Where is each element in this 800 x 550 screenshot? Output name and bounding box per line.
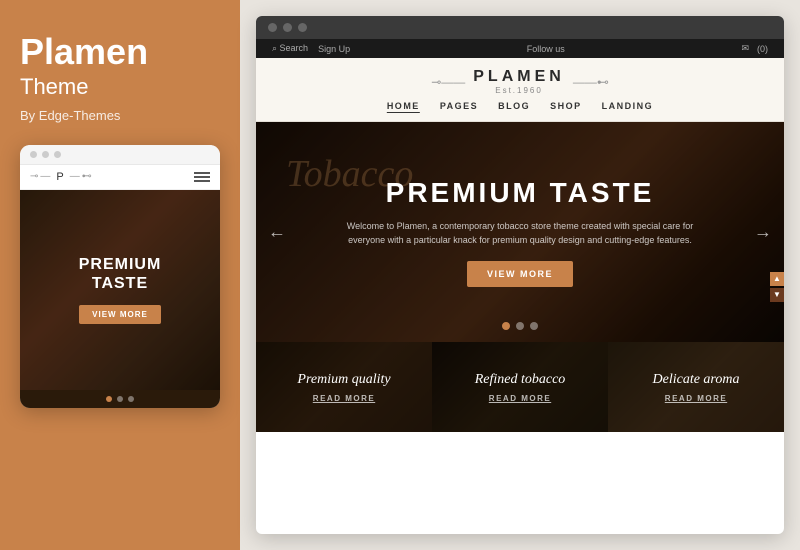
mobile-slide-dot-2 (117, 396, 123, 402)
mobile-preview-card: ⊸— P —⊷ PREMIUM TASTE VIEW MORE (20, 145, 220, 408)
mobile-dot-3 (54, 151, 61, 158)
site-navbar: ⊸—— PLAMEN Est.1960 ——⊷ HOME PAGES BLOG … (256, 58, 784, 122)
feature-box-content-3: Delicate aroma READ MORE (608, 342, 784, 432)
site-hero-section: Tobacco PREMIUM TASTE Welcome to Plamen,… (256, 122, 784, 342)
browser-dot-green (298, 23, 307, 32)
mail-icon[interactable]: ✉ (741, 43, 749, 54)
search-link[interactable]: ⌕ Search (272, 43, 308, 54)
site-nav-links: HOME PAGES BLOG SHOP LANDING (387, 101, 653, 111)
site-logo-est: Est.1960 (473, 86, 565, 95)
nav-link-blog[interactable]: BLOG (498, 101, 530, 111)
site-topbar-right: ✉ (0) (741, 43, 768, 54)
mobile-menu-line-2 (194, 176, 210, 178)
hero-title: PREMIUM TASTE (386, 177, 655, 209)
site-logo-area: ⊸—— PLAMEN Est.1960 ——⊷ (431, 68, 609, 95)
hero-slide-dot-2[interactable] (516, 322, 524, 330)
browser-dot-yellow (283, 23, 292, 32)
hero-slide-dot-1[interactable] (502, 322, 510, 330)
mobile-card-top-bar (20, 145, 220, 165)
feature-box-3: Delicate aroma READ MORE (608, 342, 784, 432)
mobile-hero-title: PREMIUM TASTE (79, 255, 162, 293)
feature-box-title-2: Refined tobacco (475, 372, 566, 388)
cart-icon[interactable]: (0) (757, 44, 768, 54)
feature-box-link-3[interactable]: READ MORE (665, 394, 727, 403)
mobile-slide-dot-1 (106, 396, 112, 402)
mobile-slide-dot-3 (128, 396, 134, 402)
mobile-nav-bar: ⊸— P —⊷ (20, 165, 220, 190)
mobile-logo-deco-right: —⊷ (70, 171, 94, 182)
hero-content: PREMIUM TASTE Welcome to Plamen, a conte… (256, 122, 784, 342)
site-logo-name: PLAMEN (473, 68, 565, 86)
site-topbar-follow: Follow us (527, 44, 565, 54)
site-topbar-left: ⌕ Search Sign Up (272, 43, 350, 54)
feature-box-2: Refined tobacco READ MORE (432, 342, 608, 432)
mobile-view-more-button[interactable]: VIEW MORE (79, 305, 162, 324)
mobile-dot-2 (42, 151, 49, 158)
browser-content-wrapper: ⌕ Search Sign Up Follow us ✉ (0) ⊸—— PLA… (256, 39, 784, 534)
mobile-dot-1 (30, 151, 37, 158)
mobile-slide-dots (20, 390, 220, 408)
hero-prev-arrow[interactable]: ← (268, 222, 286, 243)
theme-author: By Edge-Themes (20, 108, 220, 123)
site-logo-text: PLAMEN Est.1960 (473, 68, 565, 95)
feature-box-content-2: Refined tobacco READ MORE (432, 342, 608, 432)
mobile-hamburger-icon[interactable] (194, 172, 210, 182)
hero-slide-dot-3[interactable] (530, 322, 538, 330)
hero-next-arrow[interactable]: → (754, 222, 772, 243)
mobile-menu-line-1 (194, 172, 210, 174)
mobile-menu-line-3 (194, 180, 210, 182)
signup-link[interactable]: Sign Up (318, 44, 350, 54)
scroll-indicator: ▲ ▼ (770, 272, 784, 302)
mobile-logo: ⊸— P —⊷ (30, 171, 94, 183)
browser-window: ⌕ Search Sign Up Follow us ✉ (0) ⊸—— PLA… (256, 16, 784, 534)
scroll-up-button[interactable]: ▲ (770, 272, 784, 286)
nav-link-landing[interactable]: LANDING (602, 101, 654, 111)
feature-box-link-2[interactable]: READ MORE (489, 394, 551, 403)
mobile-logo-p: P (56, 171, 65, 183)
hero-description: Welcome to Plamen, a contemporary tobacc… (340, 219, 700, 248)
right-panel: ⌕ Search Sign Up Follow us ✉ (0) ⊸—— PLA… (240, 0, 800, 550)
browser-top-bar (256, 16, 784, 39)
theme-title: Plamen (20, 32, 220, 72)
feature-box-link-1[interactable]: READ MORE (313, 394, 375, 403)
nav-link-shop[interactable]: SHOP (550, 101, 582, 111)
mobile-logo-deco-left: ⊸— (30, 171, 52, 182)
scroll-down-button[interactable]: ▼ (770, 288, 784, 302)
feature-box-title-1: Premium quality (297, 372, 390, 388)
feature-box-content-1: Premium quality READ MORE (256, 342, 432, 432)
browser-content: ⌕ Search Sign Up Follow us ✉ (0) ⊸—— PLA… (256, 39, 784, 534)
theme-subtitle: Theme (20, 74, 220, 100)
site-logo-deco-left: ⊸—— (431, 75, 465, 89)
hero-slide-dots (502, 322, 538, 330)
mobile-hero-section: PREMIUM TASTE VIEW MORE (20, 190, 220, 390)
nav-link-pages[interactable]: PAGES (440, 101, 478, 111)
left-panel: Plamen Theme By Edge-Themes ⊸— P —⊷ (0, 0, 240, 550)
feature-box-title-3: Delicate aroma (653, 372, 740, 388)
mobile-hero-text: PREMIUM TASTE VIEW MORE (79, 255, 162, 324)
site-topbar: ⌕ Search Sign Up Follow us ✉ (0) (256, 39, 784, 58)
site-logo-deco-right: ——⊷ (573, 75, 609, 89)
nav-link-home[interactable]: HOME (387, 101, 420, 111)
feature-boxes: Premium quality READ MORE Refined tobacc… (256, 342, 784, 432)
browser-dot-red (268, 23, 277, 32)
hero-view-more-button[interactable]: VIEW MORE (467, 261, 573, 287)
feature-box-1: Premium quality READ MORE (256, 342, 432, 432)
